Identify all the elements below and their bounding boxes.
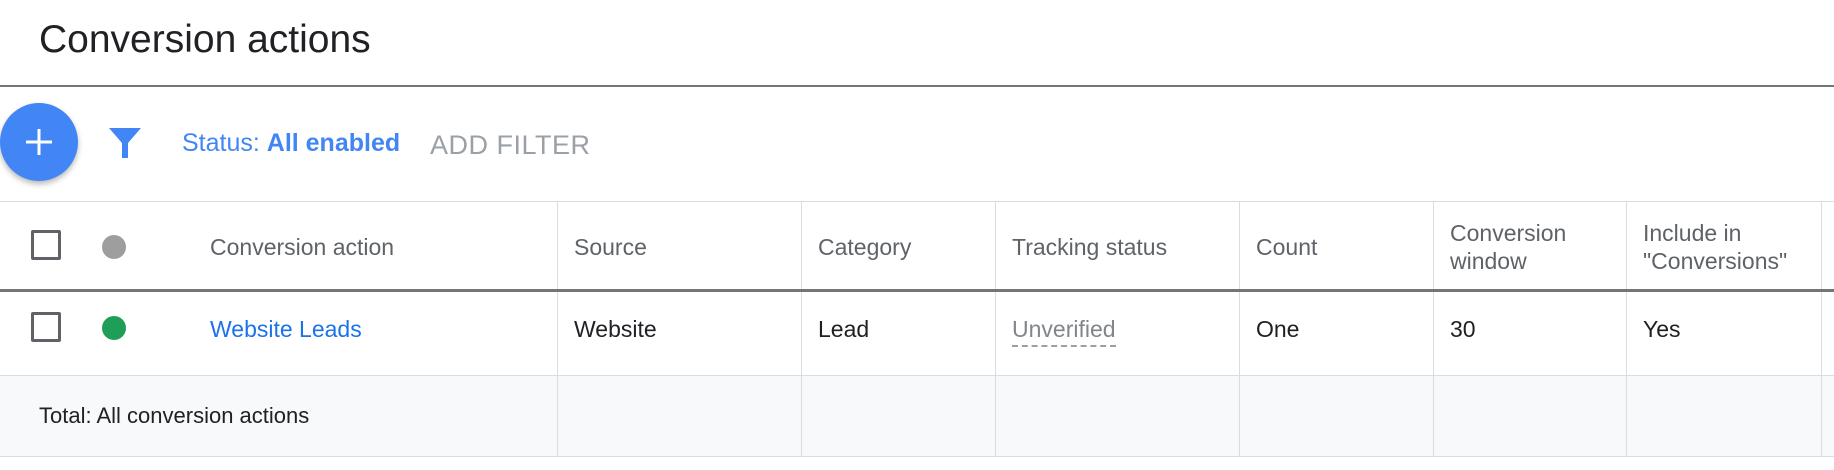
- column-divider: [1821, 202, 1822, 289]
- filter-funnel-icon[interactable]: [107, 125, 143, 161]
- category-cell: Lead: [818, 316, 870, 342]
- header-conversion-window-line1: Conversion: [1450, 220, 1567, 246]
- page-header: Conversion actions: [0, 0, 1834, 87]
- column-divider: [995, 202, 996, 289]
- status-filter-chip[interactable]: Status: All enabled: [182, 128, 400, 158]
- column-divider: [995, 292, 996, 375]
- column-divider: [1626, 376, 1627, 456]
- column-divider: [1821, 292, 1822, 375]
- header-tracking-status[interactable]: Tracking status: [1012, 233, 1167, 261]
- column-divider: [557, 376, 558, 456]
- column-divider: [1239, 292, 1240, 375]
- column-divider: [801, 292, 802, 375]
- conversion-action-link[interactable]: Website Leads: [210, 315, 362, 343]
- column-divider: [1821, 376, 1822, 456]
- status-column-dot[interactable]: [102, 235, 126, 259]
- filter-toolbar: Status: All enabled ADD FILTER: [0, 87, 1834, 201]
- column-divider: [1433, 202, 1434, 289]
- header-include-line1: Include in: [1643, 220, 1742, 246]
- page-title: Conversion actions: [39, 18, 371, 61]
- add-conversion-action-button[interactable]: [0, 103, 78, 181]
- conversion-actions-table: Conversion action Source Category Tracki…: [0, 201, 1834, 457]
- table-header-row: Conversion action Source Category Tracki…: [0, 201, 1834, 292]
- status-filter-value: All enabled: [266, 129, 401, 157]
- header-category[interactable]: Category: [818, 233, 911, 261]
- column-divider: [557, 292, 558, 375]
- add-filter-button[interactable]: ADD FILTER: [430, 130, 591, 160]
- total-row: Total: All conversion actions: [0, 376, 1834, 457]
- source-cell: Website: [574, 316, 657, 342]
- tracking-status-cell[interactable]: Unverified: [1012, 315, 1116, 347]
- enabled-status-dot[interactable]: [102, 316, 126, 340]
- total-label: Total: All conversion actions: [39, 403, 310, 428]
- column-divider: [557, 202, 558, 289]
- header-include-line2: "Conversions": [1643, 248, 1788, 274]
- row-select-checkbox[interactable]: [31, 312, 61, 342]
- column-divider: [1433, 376, 1434, 456]
- column-divider: [1626, 292, 1627, 375]
- header-source[interactable]: Source: [574, 233, 647, 261]
- header-conversion-window[interactable]: Conversion window: [1450, 219, 1566, 275]
- column-divider: [801, 376, 802, 456]
- status-filter-prefix: Status:: [182, 129, 267, 157]
- plus-icon: [26, 129, 52, 155]
- header-conversion-action[interactable]: Conversion action: [210, 233, 394, 261]
- column-divider: [1239, 376, 1240, 456]
- count-cell: One: [1256, 316, 1300, 342]
- header-conversion-window-line2: window: [1450, 248, 1527, 274]
- column-divider: [801, 202, 802, 289]
- header-count[interactable]: Count: [1256, 233, 1317, 261]
- column-divider: [1433, 292, 1434, 375]
- select-all-checkbox[interactable]: [31, 230, 61, 260]
- column-divider: [1626, 202, 1627, 289]
- header-include-in-conversions[interactable]: Include in "Conversions": [1643, 219, 1787, 275]
- column-divider: [995, 376, 996, 456]
- include-in-conversions-cell: Yes: [1643, 316, 1681, 342]
- table-row: Website Leads Website Lead Unverified On…: [0, 292, 1834, 376]
- column-divider: [1239, 202, 1240, 289]
- conversion-window-cell: 30: [1450, 316, 1476, 342]
